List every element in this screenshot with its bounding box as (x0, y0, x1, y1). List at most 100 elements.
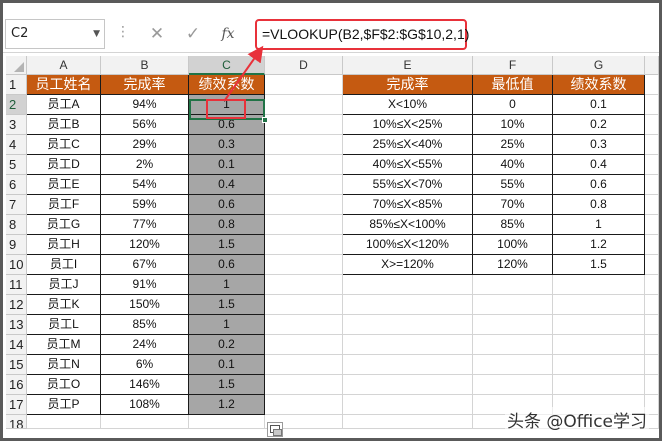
employee-name-cell[interactable]: 员工H (27, 235, 101, 255)
employee-table-header[interactable]: 绩效系数 (189, 75, 265, 95)
performance-coefficient-cell[interactable]: 1.2 (189, 395, 265, 415)
row-header-16[interactable]: 16 (6, 375, 27, 395)
lookup-coefficient-cell[interactable]: 0.1 (553, 95, 645, 115)
employee-name-cell[interactable]: 员工C (27, 135, 101, 155)
performance-coefficient-cell[interactable]: 1 (189, 315, 265, 335)
cell-blank[interactable] (553, 315, 645, 335)
cancel-icon[interactable]: ✕ (143, 20, 171, 48)
cell-blank[interactable] (265, 375, 343, 395)
completion-rate-cell[interactable]: 59% (101, 195, 189, 215)
insert-function-icon[interactable]: fx (214, 20, 242, 48)
cell-blank[interactable] (645, 295, 659, 315)
name-box-dropdown-icon[interactable]: ▼ (93, 20, 100, 48)
row-header-5[interactable]: 5 (6, 155, 27, 175)
employee-name-cell[interactable]: 员工L (27, 315, 101, 335)
employee-name-cell[interactable]: 员工J (27, 275, 101, 295)
cell-blank[interactable] (101, 415, 189, 429)
lookup-table-header[interactable]: 绩效系数 (553, 75, 645, 95)
cell-blank[interactable] (343, 275, 473, 295)
cell-blank[interactable] (265, 95, 343, 115)
row-header-12[interactable]: 12 (6, 295, 27, 315)
cell-blank[interactable] (645, 275, 659, 295)
cell-blank[interactable] (265, 395, 343, 415)
completion-rate-cell[interactable]: 94% (101, 95, 189, 115)
column-header-c[interactable]: C (189, 56, 265, 75)
performance-coefficient-cell[interactable]: 0.1 (189, 355, 265, 375)
lookup-min-value-cell[interactable]: 85% (473, 215, 553, 235)
lookup-range-cell[interactable]: 55%≤X<70% (343, 175, 473, 195)
cell-blank[interactable] (343, 395, 473, 415)
row-header-4[interactable]: 4 (6, 135, 27, 155)
cell-blank[interactable] (265, 275, 343, 295)
lookup-min-value-cell[interactable]: 70% (473, 195, 553, 215)
cell-blank[interactable] (553, 355, 645, 375)
cell-blank[interactable] (473, 335, 553, 355)
cell-blank[interactable] (645, 375, 659, 395)
cell-blank[interactable] (265, 255, 343, 275)
row-header-14[interactable]: 14 (6, 335, 27, 355)
row-header-18[interactable]: 18 (6, 415, 27, 429)
lookup-coefficient-cell[interactable]: 0.4 (553, 155, 645, 175)
cell-blank[interactable] (265, 195, 343, 215)
cell-blank[interactable] (645, 215, 659, 235)
cell-blank[interactable] (343, 355, 473, 375)
cell-blank[interactable] (553, 375, 645, 395)
completion-rate-cell[interactable]: 56% (101, 115, 189, 135)
column-header-f[interactable]: F (473, 56, 553, 75)
lookup-range-cell[interactable]: 40%≤X<55% (343, 155, 473, 175)
cell-blank[interactable] (645, 255, 659, 275)
employee-name-cell[interactable]: 员工O (27, 375, 101, 395)
cell-blank[interactable] (265, 155, 343, 175)
performance-coefficient-cell[interactable]: 0.6 (189, 115, 265, 135)
cell-blank[interactable] (265, 315, 343, 335)
cell-blank[interactable] (553, 275, 645, 295)
cell-blank[interactable] (473, 315, 553, 335)
employee-name-cell[interactable]: 员工G (27, 215, 101, 235)
completion-rate-cell[interactable]: 54% (101, 175, 189, 195)
performance-coefficient-cell[interactable]: 0.6 (189, 195, 265, 215)
row-header-6[interactable]: 6 (6, 175, 27, 195)
performance-coefficient-cell[interactable]: 1 (189, 95, 265, 115)
cell-blank[interactable] (645, 115, 659, 135)
completion-rate-cell[interactable]: 67% (101, 255, 189, 275)
name-box[interactable]: C2 ▼ (5, 19, 105, 49)
completion-rate-cell[interactable]: 91% (101, 275, 189, 295)
performance-coefficient-cell[interactable]: 0.3 (189, 135, 265, 155)
performance-coefficient-cell[interactable]: 1 (189, 275, 265, 295)
lookup-min-value-cell[interactable]: 0 (473, 95, 553, 115)
performance-coefficient-cell[interactable]: 0.4 (189, 175, 265, 195)
employee-name-cell[interactable]: 员工E (27, 175, 101, 195)
employee-name-cell[interactable]: 员工M (27, 335, 101, 355)
employee-name-cell[interactable]: 员工I (27, 255, 101, 275)
lookup-range-cell[interactable]: 10%≤X<25% (343, 115, 473, 135)
completion-rate-cell[interactable]: 108% (101, 395, 189, 415)
cell-blank[interactable] (189, 415, 265, 429)
cell-blank[interactable] (343, 415, 473, 429)
completion-rate-cell[interactable]: 29% (101, 135, 189, 155)
cell-blank[interactable] (645, 235, 659, 255)
cell-blank[interactable] (645, 95, 659, 115)
lookup-min-value-cell[interactable]: 40% (473, 155, 553, 175)
completion-rate-cell[interactable]: 2% (101, 155, 189, 175)
performance-coefficient-cell[interactable]: 0.1 (189, 155, 265, 175)
performance-coefficient-cell[interactable]: 1.5 (189, 295, 265, 315)
cell-blank[interactable] (265, 355, 343, 375)
cell-blank[interactable] (343, 315, 473, 335)
row-header-11[interactable]: 11 (6, 275, 27, 295)
lookup-coefficient-cell[interactable]: 0.3 (553, 135, 645, 155)
completion-rate-cell[interactable]: 146% (101, 375, 189, 395)
cell-blank[interactable] (645, 335, 659, 355)
lookup-min-value-cell[interactable]: 100% (473, 235, 553, 255)
cell-blank[interactable] (645, 155, 659, 175)
enter-icon[interactable]: ✓ (179, 20, 207, 48)
employee-name-cell[interactable]: 员工N (27, 355, 101, 375)
fill-handle[interactable] (262, 117, 268, 123)
cell-blank[interactable] (343, 375, 473, 395)
performance-coefficient-cell[interactable]: 1.5 (189, 235, 265, 255)
column-header-g[interactable]: G (553, 56, 645, 75)
cell-blank[interactable] (473, 375, 553, 395)
select-all-button[interactable] (6, 56, 27, 75)
cell-blank[interactable] (645, 175, 659, 195)
column-header-a[interactable]: A (27, 56, 101, 75)
cell-blank[interactable] (553, 335, 645, 355)
